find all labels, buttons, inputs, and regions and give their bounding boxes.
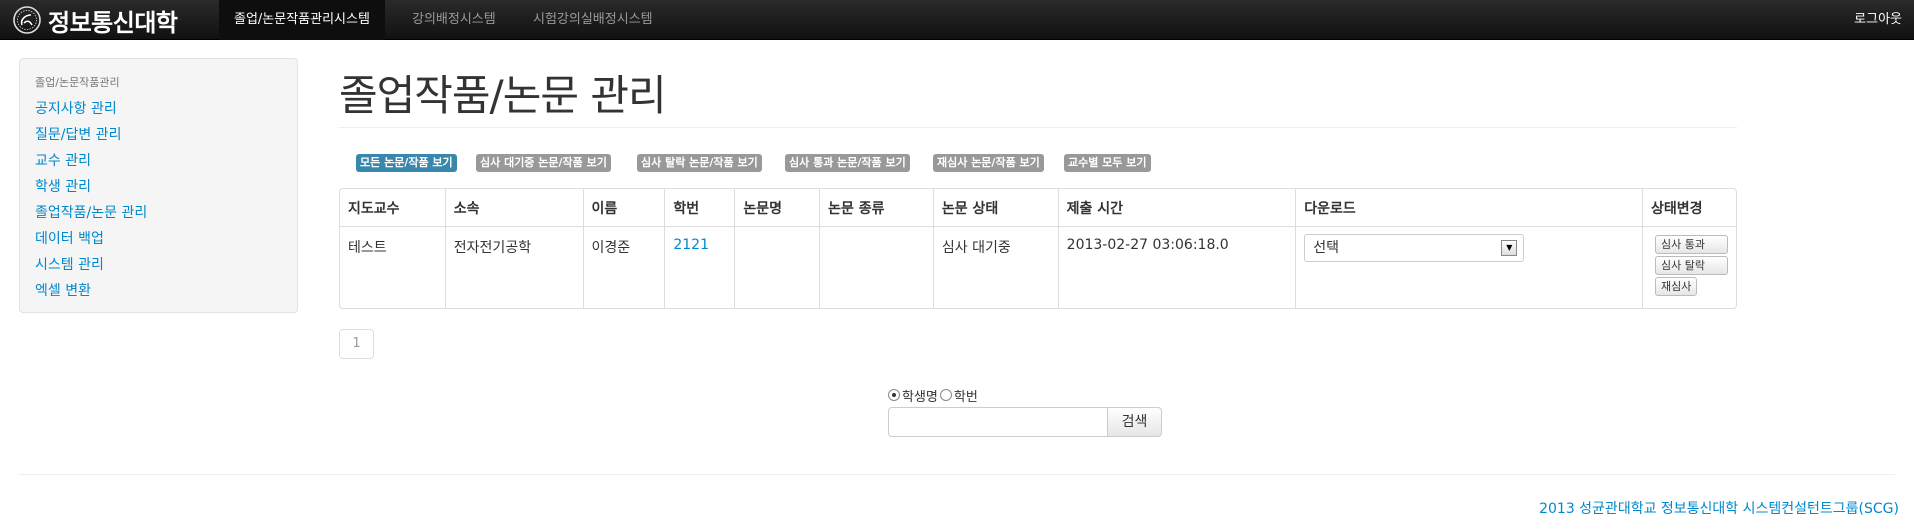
cell-advisor: 테스트 [340, 226, 445, 308]
filter-re-review[interactable]: 재심사 논문/작품 보기 [933, 154, 1044, 172]
table-header-row: 지도교수 소속 이름 학번 논문명 논문 종류 논문 상태 제출 시간 다운로드… [340, 189, 1736, 226]
col-header-student-id: 학번 [664, 189, 734, 226]
col-header-submitted: 제출 시간 [1057, 189, 1296, 226]
logout-link[interactable]: 로그아웃 [1854, 0, 1902, 40]
search-form: 학생명 학번 검색 [888, 387, 1162, 437]
download-select-value: 선택 [1313, 240, 1340, 256]
sidebar-item-student[interactable]: 학생 관리 [35, 176, 91, 196]
thesis-table: 지도교수 소속 이름 학번 논문명 논문 종류 논문 상태 제출 시간 다운로드… [339, 188, 1737, 309]
radio-student-id-label: 학번 [953, 389, 978, 405]
brand[interactable]: 정보통신대학 [12, 3, 178, 37]
sidebar-item-thesis[interactable]: 졸업작품/논문 관리 [35, 202, 147, 222]
footer-divider [19, 474, 1895, 475]
cell-submitted: 2013-02-27 03:06:18.0 [1057, 226, 1296, 308]
cell-name: 이경준 [582, 226, 665, 308]
col-header-change-status: 상태변경 [1641, 189, 1736, 226]
search-input[interactable] [888, 407, 1108, 437]
sidebar-item-system[interactable]: 시스템 관리 [35, 254, 104, 274]
sidebar-item-professor[interactable]: 교수 관리 [35, 150, 91, 170]
cell-change-status: 심사 통과 심사 탈락 재심사 [1641, 226, 1736, 308]
pass-review-button[interactable]: 심사 통과 [1654, 235, 1728, 254]
search-button[interactable]: 검색 [1108, 407, 1162, 437]
footer-text[interactable]: 2013 성균관대학교 정보통신대학 시스템컨설턴트그룹(SCG) [1539, 498, 1899, 518]
radio-student-name-label: 학생명 [902, 389, 938, 405]
filter-by-professor[interactable]: 교수별 모두 보기 [1064, 154, 1151, 172]
cell-department: 전자전기공학 [444, 226, 583, 308]
cell-paper-title [734, 226, 820, 308]
sidebar-item-qna[interactable]: 질문/답변 관리 [35, 124, 121, 144]
filter-passed[interactable]: 심사 통과 논문/작품 보기 [785, 154, 910, 172]
brand-title: 정보통신대학 [48, 8, 178, 37]
chevron-down-icon: ▼ [1501, 240, 1518, 256]
col-header-paper-type: 논문 종류 [819, 189, 933, 226]
sidebar: 졸업/논문작품관리 공지사항 관리 질문/답변 관리 교수 관리 학생 관리 졸… [19, 58, 298, 313]
sidebar-item-notice[interactable]: 공지사항 관리 [35, 98, 117, 118]
nav-graduation-system[interactable]: 졸업/논문작품관리시스템 [219, 0, 385, 40]
sidebar-header: 졸업/논문작품관리 [35, 76, 120, 89]
search-type-options: 학생명 학번 [888, 387, 1162, 405]
student-id-link[interactable]: 2121 [673, 237, 709, 253]
cell-download: 선택 ▼ [1295, 226, 1642, 308]
filter-all[interactable]: 모든 논문/작품 보기 [356, 154, 457, 172]
sidebar-item-backup[interactable]: 데이터 백업 [35, 228, 104, 248]
col-header-department: 소속 [444, 189, 583, 226]
top-navbar: 정보통신대학 졸업/논문작품관리시스템 강의배정시스템 시험강의실배정시스템 로… [0, 0, 1914, 40]
page-title: 졸업작품/논문 관리 [339, 71, 667, 120]
col-header-download: 다운로드 [1295, 189, 1642, 226]
download-select[interactable]: 선택 ▼ [1304, 234, 1525, 262]
university-logo-icon [13, 6, 41, 34]
re-review-button[interactable]: 재심사 [1654, 277, 1698, 296]
sidebar-item-excel[interactable]: 엑셀 변환 [35, 280, 91, 300]
cell-paper-type [819, 226, 933, 308]
filter-pending[interactable]: 심사 대기중 논문/작품 보기 [476, 154, 611, 172]
pagination-page-1[interactable]: 1 [339, 329, 374, 359]
col-header-status: 논문 상태 [932, 189, 1058, 226]
col-header-advisor: 지도교수 [348, 200, 400, 217]
table-row: 테스트 전자전기공학 이경준 2121 심사 대기중 2013-02-27 03… [340, 226, 1736, 308]
filter-rejected[interactable]: 심사 탈락 논문/작품 보기 [637, 154, 762, 172]
radio-student-name[interactable] [888, 389, 900, 401]
col-header-paper-title: 논문명 [734, 189, 819, 226]
cell-student-id: 2121 [664, 226, 735, 308]
nav-lecture-assignment[interactable]: 강의배정시스템 [397, 0, 511, 40]
title-divider [339, 127, 1737, 128]
radio-student-id[interactable] [939, 389, 952, 401]
col-header-name: 이름 [582, 189, 665, 226]
fail-review-button[interactable]: 심사 탈락 [1654, 256, 1728, 275]
nav-exam-room-assignment[interactable]: 시험강의실배정시스템 [518, 0, 668, 40]
cell-status: 심사 대기중 [932, 226, 1058, 308]
